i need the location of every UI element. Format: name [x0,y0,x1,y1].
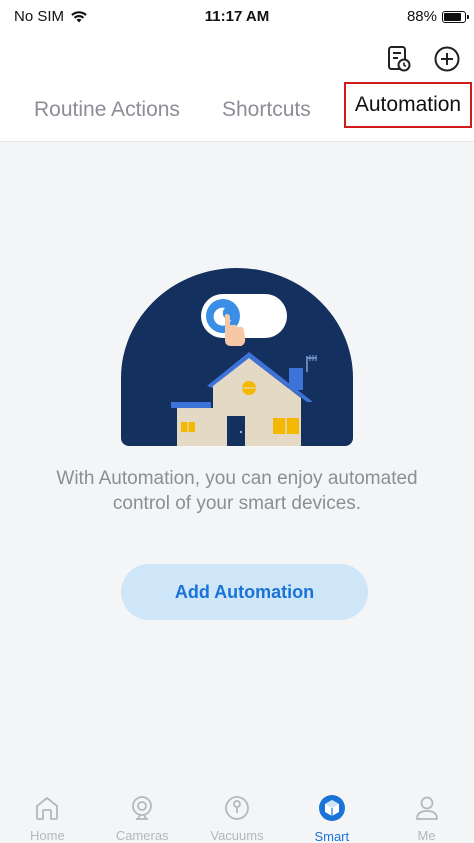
bottom-nav: Home Cameras Vacuums Smart Me [0,783,474,843]
add-automation-button[interactable]: Add Automation [121,564,368,620]
toolbar [384,44,462,74]
svg-text:z: z [216,308,220,316]
smart-cube-icon [316,793,348,823]
nav-vacuums[interactable]: Vacuums [197,783,277,843]
status-time: 11:17 AM [204,8,270,25]
empty-state-line-1: With Automation, you can enjoy automated [56,468,418,489]
nav-smart[interactable]: Smart [292,783,372,843]
header: Routine Actions Shortcuts Automation [0,34,474,142]
vacuum-icon [221,793,253,822]
nav-cameras[interactable]: Cameras [102,783,182,843]
home-icon [31,793,63,822]
status-right: 88% [406,8,469,25]
automation-illustration: z [121,268,353,446]
nav-me[interactable]: Me [387,783,467,843]
nav-home[interactable]: Home [7,783,87,843]
nav-vacuums-label: Vacuums [210,828,264,843]
tab-automation[interactable]: Automation [344,82,472,128]
nav-smart-label: Smart [314,829,350,843]
nav-cameras-label: Cameras [115,828,169,843]
nav-me-label: Me [417,828,436,843]
tab-bar: Routine Actions Shortcuts Automation [0,82,474,138]
tab-routine-actions[interactable]: Routine Actions [34,98,180,122]
add-circle-icon[interactable] [432,44,462,74]
person-icon [411,793,443,822]
status-bar: No SIM 11:17 AM 88% [0,0,474,34]
battery-icon [442,10,469,23]
tab-shortcuts[interactable]: Shortcuts [222,98,311,122]
nav-home-label: Home [30,828,65,843]
empty-state-line-2: control of your smart devices. [112,493,362,514]
log-list-icon[interactable] [384,44,414,74]
camera-icon [126,793,158,822]
battery-percent: 88% [406,8,437,25]
empty-state-description: With Automation, you can enjoy automated… [30,466,444,516]
